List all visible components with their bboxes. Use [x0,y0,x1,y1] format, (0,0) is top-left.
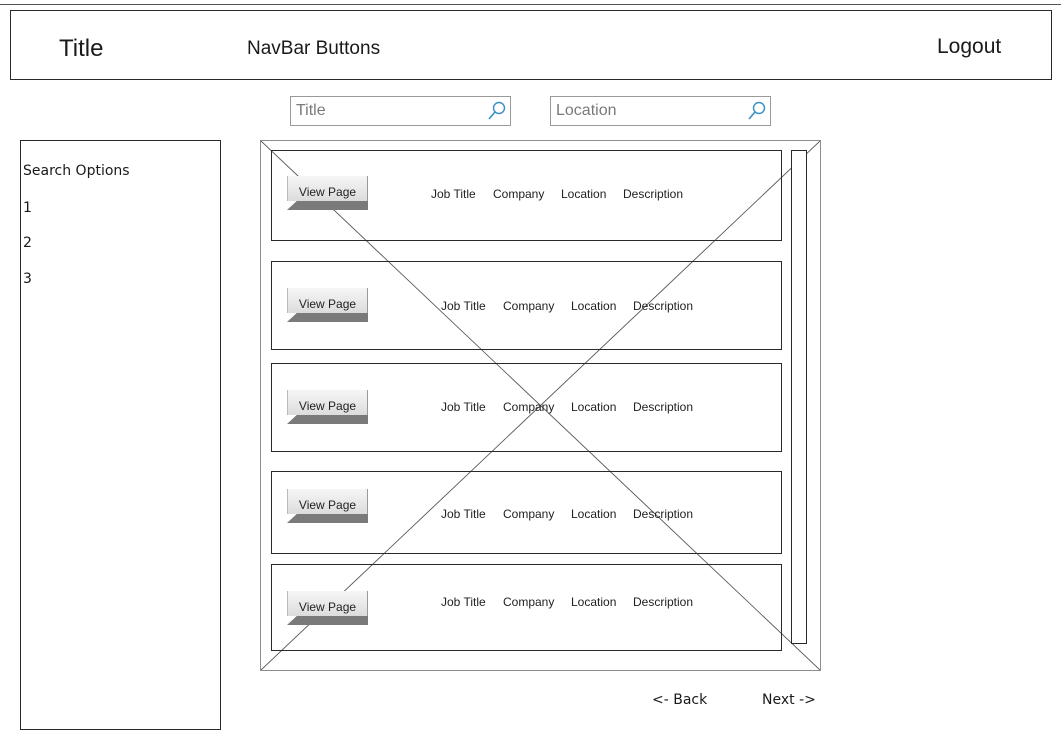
search-icon[interactable] [746,100,768,122]
job-location: Location [571,507,617,521]
button-shadow [287,415,368,424]
job-location: Location [571,400,617,414]
job-location: Location [561,187,607,201]
job-company: Company [503,400,555,414]
title-search-input[interactable] [296,100,476,122]
results-list: View Page Job Title Company Location Des… [260,140,821,671]
button-shadow [287,616,368,625]
job-row: View Page Job Title Company Location Des… [271,564,782,651]
results-scrollbar[interactable] [791,150,807,644]
view-page-label: View Page [287,390,368,415]
location-search-box [550,96,771,126]
view-page-label: View Page [287,489,368,514]
top-divider [0,4,1061,5]
job-title: Job Title [441,595,486,609]
title-search-box [290,96,511,126]
job-row: View Page Job Title Company Location Des… [271,261,782,350]
job-title: Job Title [441,299,486,313]
search-option-1[interactable]: 1 [23,200,32,216]
button-shadow [287,201,368,210]
job-company: Company [503,299,555,313]
view-page-label: View Page [287,288,368,313]
back-button[interactable]: <- Back [652,692,707,708]
button-shadow [287,313,368,322]
next-button[interactable]: Next -> [762,692,816,708]
job-company: Company [503,507,555,521]
view-page-button[interactable]: View Page [287,288,368,322]
header-bar: Title NavBar Buttons Logout [10,10,1052,80]
job-company: Company [503,595,555,609]
job-description: Description [633,299,694,313]
navbar-buttons[interactable]: NavBar Buttons [247,38,380,60]
job-row: View Page Job Title Company Location Des… [271,363,782,452]
job-row: View Page Job Title Company Location Des… [271,471,782,554]
search-options-sidebar: Search Options 1 2 3 [20,140,221,730]
button-shadow [287,514,368,523]
job-description: Description [633,507,694,521]
job-location: Location [571,299,617,313]
job-description: Description [633,400,694,414]
job-description: Description [623,187,684,201]
view-page-button[interactable]: View Page [287,591,368,625]
view-page-button[interactable]: View Page [287,489,368,523]
job-title: Job Title [441,507,486,521]
logout-button[interactable]: Logout [937,35,1001,59]
app-title: Title [59,35,104,62]
job-title: Job Title [431,187,476,201]
search-icon[interactable] [486,100,508,122]
view-page-button[interactable]: View Page [287,390,368,424]
search-option-3[interactable]: 3 [23,271,32,287]
location-search-input[interactable] [556,100,736,122]
job-location: Location [571,595,617,609]
search-options-heading: Search Options [23,163,130,179]
view-page-label: View Page [287,591,368,616]
job-description: Description [633,595,694,609]
view-page-button[interactable]: View Page [287,176,368,210]
view-page-label: View Page [287,176,368,201]
job-company: Company [493,187,545,201]
search-option-2[interactable]: 2 [23,235,32,251]
job-row: View Page Job Title Company Location Des… [271,150,782,241]
job-title: Job Title [441,400,486,414]
